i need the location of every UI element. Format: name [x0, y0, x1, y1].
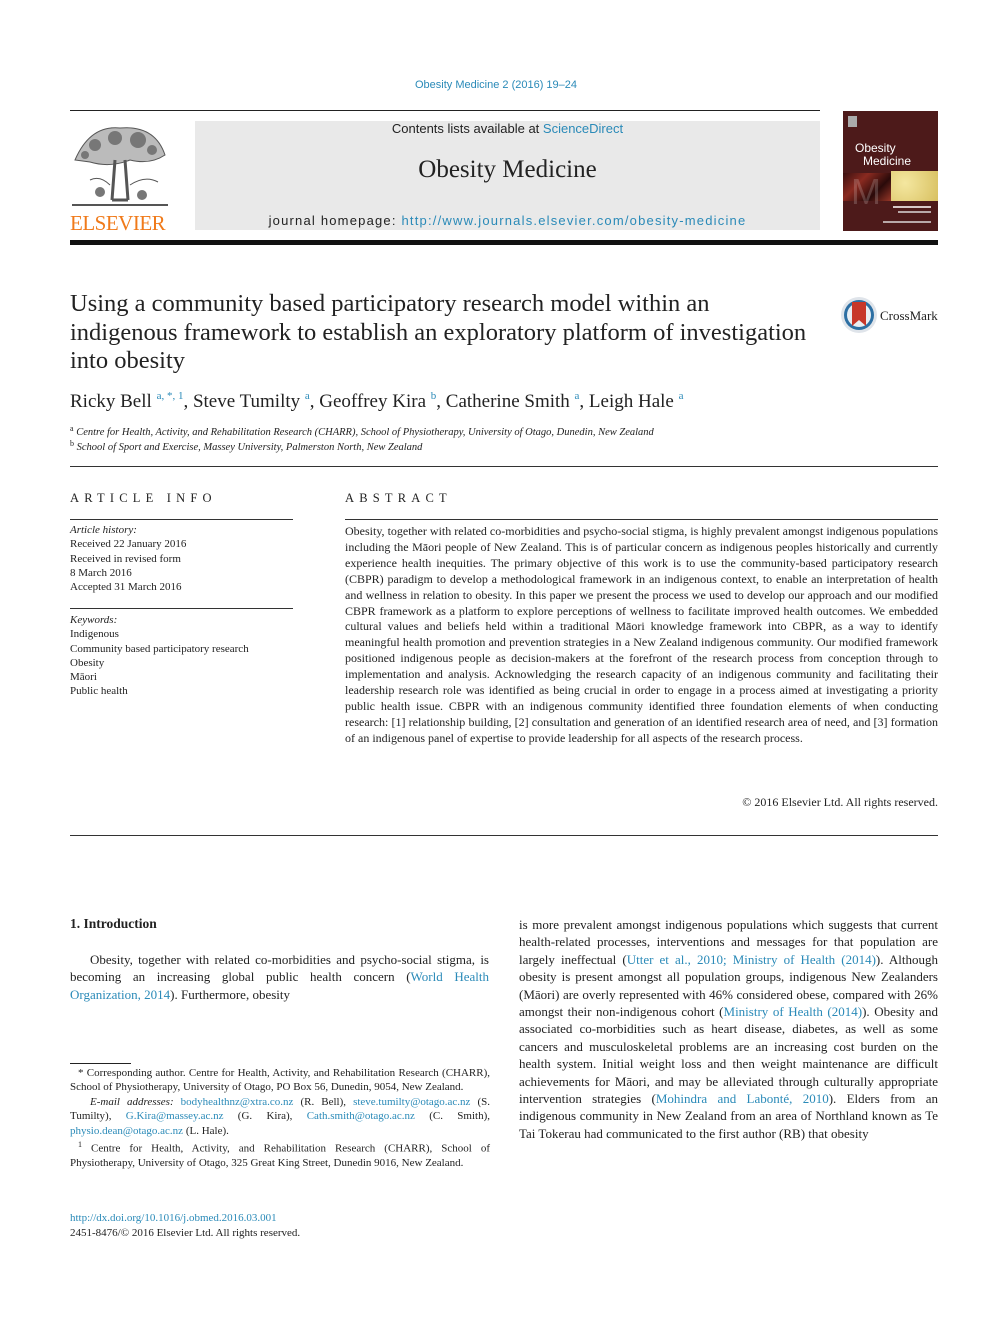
keyword[interactable]: Community based participatory research — [70, 642, 249, 656]
header-thick-rule — [70, 240, 938, 245]
email-link[interactable]: steve.tumilty@otago.ac.nz — [353, 1096, 470, 1108]
history-item: Accepted 31 March 2016 — [70, 581, 182, 594]
cover-editor-line — [893, 206, 931, 208]
crossmark-icon — [841, 297, 877, 333]
author-name[interactable]: Leigh Hale — [589, 391, 674, 412]
abstract-rule — [345, 519, 938, 520]
email-label: E-mail addresses: — [90, 1095, 174, 1108]
author-list: Ricky Bell a, *, 1, Steve Tumilty a, Geo… — [70, 390, 684, 412]
abstract-copyright: © 2016 Elsevier Ltd. All rights reserved… — [742, 795, 938, 809]
section-divider — [70, 466, 938, 467]
issn-copyright: 2451-8476/© 2016 Elsevier Ltd. All right… — [70, 1227, 301, 1239]
keyword[interactable]: Indigenous — [70, 627, 249, 641]
history-item: Received 22 January 2016 — [70, 538, 187, 551]
abstract-text: Obesity, together with related co-morbid… — [345, 524, 938, 745]
citation-link[interactable]: Ministry of Health (2014) — [724, 1004, 863, 1019]
keywords-label: Keywords: — [70, 614, 118, 626]
affiliation-text: Centre for Health, Activity, and Rehabil… — [76, 427, 654, 438]
email-link[interactable]: Cath.smith@otago.ac.nz — [307, 1110, 415, 1122]
email-owner: (G. Kira), — [223, 1110, 307, 1123]
author-name[interactable]: Ricky Bell — [70, 391, 152, 412]
author-affil-mark[interactable]: a — [305, 390, 310, 402]
sciencedirect-link[interactable]: ScienceDirect — [543, 121, 623, 136]
journal-citation-link[interactable]: Obesity Medicine 2 (2016) 19–24 — [0, 79, 992, 91]
history-item: 8 March 2016 — [70, 566, 132, 579]
keyword[interactable]: Public health — [70, 684, 249, 698]
article-info-rule — [70, 519, 293, 520]
keywords-list: Keywords: Indigenous Community based par… — [70, 613, 249, 699]
email-link[interactable]: physio.dean@otago.ac.nz — [70, 1125, 183, 1137]
cover-title-line2: Medicine — [863, 154, 912, 168]
journal-homepage-link[interactable]: http://www.journals.elsevier.com/obesity… — [401, 213, 746, 228]
article-history: Article history: Received 22 January 201… — [70, 523, 186, 594]
affiliation-mark: a — [70, 424, 74, 433]
abstract-bottom-rule — [70, 835, 938, 836]
author-affil-mark[interactable]: b — [431, 390, 437, 402]
corresponding-author-note: * Corresponding author. Centre for Healt… — [70, 1067, 490, 1094]
cover-elsevier-mini-logo — [848, 116, 857, 127]
history-item: Received in revised form — [70, 552, 181, 565]
footnotes: * Corresponding author. Centre for Healt… — [70, 1066, 490, 1171]
introduction-heading: 1. Introduction — [70, 916, 157, 931]
email-link[interactable]: G.Kira@massey.ac.nz — [126, 1110, 224, 1122]
intro-left-paragraph: Obesity, together with related co-morbid… — [70, 951, 489, 1003]
doi-link[interactable]: http://dx.doi.org/10.1016/j.obmed.2016.0… — [70, 1211, 300, 1226]
crossmark-badge[interactable] — [840, 296, 878, 339]
header-rule — [70, 110, 820, 111]
author-name[interactable]: Catherine Smith — [446, 391, 570, 412]
footnote-rule — [70, 1063, 131, 1064]
cover-title-line1: Obesity — [855, 141, 896, 155]
homepage-prefix: journal homepage: — [268, 213, 402, 228]
author-affil-mark[interactable]: a, *, 1 — [157, 390, 184, 402]
author-affil-mark[interactable]: a — [575, 390, 580, 402]
keyword[interactable]: Māori — [70, 670, 249, 684]
intro-right-paragraph: is more prevalent amongst indigenous pop… — [519, 916, 938, 1142]
cover-footer-line — [883, 221, 931, 223]
journal-cover-image[interactable]: Obesity Medicine M — [843, 111, 938, 231]
email-link[interactable]: bodyhealthnz@xtra.co.nz — [181, 1096, 294, 1108]
footnote-1: 1 Centre for Health, Activity, and Rehab… — [70, 1138, 490, 1170]
author-name[interactable]: Geoffrey Kira — [319, 391, 426, 412]
author-affil-mark[interactable]: a — [679, 390, 684, 402]
doi-block: http://dx.doi.org/10.1016/j.obmed.2016.0… — [70, 1211, 300, 1241]
cover-m-watermark: M — [851, 171, 881, 212]
author-name[interactable]: Steve Tumilty — [193, 391, 300, 412]
cover-editor-line — [898, 211, 931, 213]
crossmark-label: CrossMark — [880, 308, 938, 323]
email-owner: (R. Bell), — [293, 1095, 354, 1108]
intro-text: ). Furthermore, obesity — [170, 986, 291, 1002]
affiliation-text: School of Sport and Exercise, Massey Uni… — [76, 442, 423, 453]
contents-prefix: Contents lists available at — [391, 121, 543, 136]
article-info-heading: ARTICLE INFO — [70, 491, 217, 505]
footnote-text: Centre for Health, Activity, and Rehabil… — [70, 1142, 490, 1170]
cover-photo-right — [891, 171, 938, 201]
keywords-rule — [70, 608, 293, 609]
contents-line: Contents lists available at ScienceDirec… — [195, 121, 820, 136]
journal-homepage-line: journal homepage: http://www.journals.el… — [195, 213, 820, 228]
email-owner: (C. Smith), — [414, 1110, 490, 1123]
citation-link[interactable]: Mohindra and Labonté, 2010 — [656, 1091, 829, 1106]
article-title: Using a community based participatory re… — [70, 290, 807, 374]
elsevier-wordmark: ELSEVIER — [70, 211, 166, 235]
affiliation: a Centre for Health, Activity, and Rehab… — [70, 424, 654, 438]
citation-link[interactable]: Utter et al., 2010; Ministry of Health (… — [627, 952, 876, 967]
article-history-label: Article history: — [70, 524, 137, 536]
email-addresses: E-mail addresses: bodyhealthnz@xtra.co.n… — [70, 1095, 490, 1138]
affiliation: b School of Sport and Exercise, Massey U… — [70, 439, 422, 453]
keyword[interactable]: Obesity — [70, 656, 249, 670]
email-owner: (L. Hale). — [183, 1124, 229, 1137]
affiliation-mark: b — [70, 439, 74, 448]
abstract-heading: ABSTRACT — [345, 491, 452, 505]
journal-name: Obesity Medicine — [418, 156, 597, 183]
